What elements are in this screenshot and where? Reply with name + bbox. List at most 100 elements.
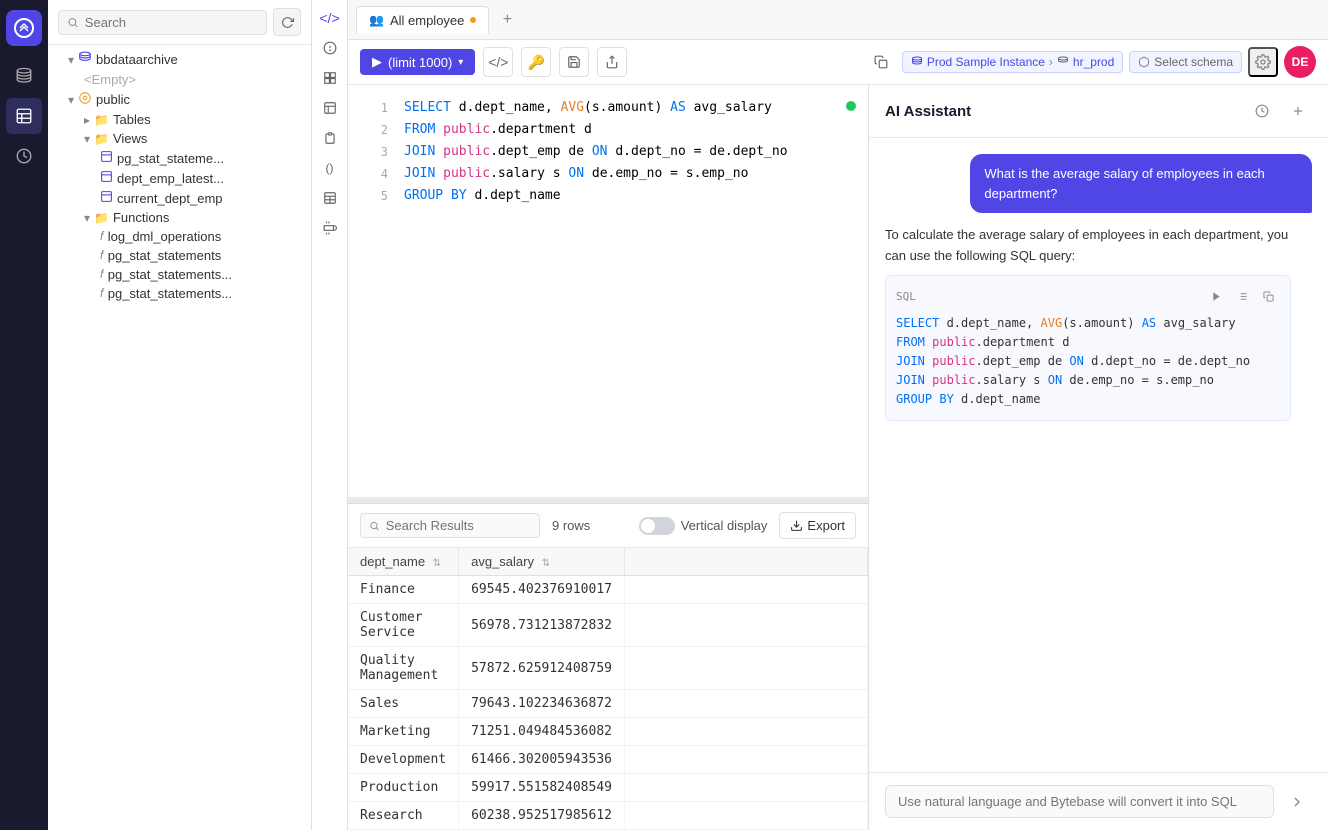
results-search[interactable] xyxy=(360,513,540,538)
app-logo xyxy=(6,10,42,46)
chevron-down-icon: ▾ xyxy=(84,132,90,146)
tree-item-func4[interactable]: 𝑓 pg_stat_statements... xyxy=(48,284,311,303)
vertical-display-toggle[interactable]: Vertical display xyxy=(639,517,768,535)
toolbar-right: Prod Sample Instance › hr_prod Select sc… xyxy=(866,46,1316,78)
chevron-down-icon: ▾ xyxy=(68,93,74,107)
db-icon xyxy=(78,51,92,68)
vtool-chart-btn[interactable] xyxy=(316,94,344,122)
sidebar-database-btn[interactable] xyxy=(6,58,42,94)
compare-btn[interactable] xyxy=(866,47,896,77)
vtool-func-btn[interactable] xyxy=(316,124,344,152)
export-icon xyxy=(790,519,803,532)
table-row: Finance 69545.402376910017 xyxy=(348,576,868,604)
tree-item-func1[interactable]: 𝑓 log_dml_operations xyxy=(48,227,311,246)
chevron-right: › xyxy=(1049,55,1053,69)
sql-label: SQL xyxy=(896,288,916,306)
vtool-info-btn[interactable] xyxy=(316,34,344,62)
tree-item-tables[interactable]: ▸ 📁 Tables xyxy=(48,110,311,129)
insert-snippet-btn[interactable] xyxy=(1232,286,1254,308)
tree-item-empty[interactable]: <Empty> xyxy=(48,70,311,89)
code-area[interactable]: 1 SELECT d.dept_name, AVG(s.amount) AS a… xyxy=(348,85,868,497)
code-line-2: 2 FROM public.department d xyxy=(348,119,868,141)
func-icon: 𝑓 xyxy=(100,286,104,301)
tree-item-public[interactable]: ▾ public xyxy=(48,89,311,110)
results-toolbar: 9 rows Vertical display Ex xyxy=(348,504,868,548)
tab-bar: 👥 All employee + xyxy=(348,0,1328,40)
code-line-5: 5 GROUP BY d.dept_name xyxy=(348,185,868,207)
ai-settings-btn[interactable] xyxy=(1248,47,1278,77)
tab-all-employee[interactable]: 👥 All employee xyxy=(356,6,489,34)
vertical-display-label: Vertical display xyxy=(681,518,768,533)
refresh-btn[interactable] xyxy=(273,8,301,36)
tree-item-views[interactable]: ▾ 📁 Views xyxy=(48,129,311,148)
tab-modified-dot xyxy=(470,17,476,23)
tree-item-func2[interactable]: 𝑓 pg_stat_statements xyxy=(48,246,311,265)
vertical-toolbar: </> () xyxy=(312,0,348,830)
search-input[interactable] xyxy=(85,15,258,30)
file-tree-panel: ▾ bbdataarchive <Empty> ▾ public xyxy=(48,0,312,830)
tree-item-functions[interactable]: ▾ 📁 Functions xyxy=(48,208,311,227)
copy-snippet-btn[interactable] xyxy=(1258,286,1280,308)
vtool-paren-btn[interactable]: () xyxy=(316,154,344,182)
vtool-plug-btn[interactable] xyxy=(316,214,344,242)
cell-avg-salary: 57872.625912408759 xyxy=(459,647,625,690)
cell-avg-salary: 69545.402376910017 xyxy=(459,576,625,604)
sort-icon: ⇅ xyxy=(542,558,550,569)
cell-dept-name: Finance xyxy=(348,576,459,604)
sidebar-history-btn[interactable] xyxy=(6,138,42,174)
save-btn[interactable] xyxy=(559,47,589,77)
ai-new-btn[interactable] xyxy=(1284,97,1312,125)
code-toggle-btn[interactable]: </> xyxy=(483,47,513,77)
func-icon: 𝑓 xyxy=(100,248,104,263)
vtool-grid-btn[interactable] xyxy=(316,64,344,92)
ai-input-field[interactable] xyxy=(885,785,1274,818)
col-dept-name[interactable]: dept_name ⇅ xyxy=(348,548,459,576)
cell-empty xyxy=(624,718,867,746)
file-tree-header xyxy=(48,0,311,45)
tree-item-view2[interactable]: dept_emp_latest... xyxy=(48,168,311,188)
run-snippet-btn[interactable] xyxy=(1206,286,1228,308)
tree-item-func3[interactable]: 𝑓 pg_stat_statements... xyxy=(48,265,311,284)
tree-item-bbdataarchive[interactable]: ▾ bbdataarchive xyxy=(48,49,311,70)
export-button[interactable]: Export xyxy=(779,512,856,539)
export-label: Export xyxy=(807,518,845,533)
switch-control[interactable] xyxy=(639,517,675,535)
schema-icon xyxy=(78,91,92,108)
schema-badge[interactable]: Select schema xyxy=(1129,51,1242,73)
cell-dept-name: Customer Service xyxy=(348,604,459,647)
key-btn[interactable]: 🔑 xyxy=(521,47,551,77)
results-area: 9 rows Vertical display Ex xyxy=(348,503,868,830)
tab-label: All employee xyxy=(390,13,464,28)
share-btn[interactable] xyxy=(597,47,627,77)
cell-dept-name: Production xyxy=(348,774,459,802)
tab-add-btn[interactable]: + xyxy=(493,6,521,34)
instance-icon xyxy=(911,56,923,68)
table-row: Development 61466.302005943536 xyxy=(348,746,868,774)
editor-toolbar: ▶ (limit 1000) ▾ </> 🔑 xyxy=(348,40,1328,85)
view-icon xyxy=(100,170,113,186)
tree-label: pg_stat_stateme... xyxy=(117,151,224,166)
ai-input-area xyxy=(869,772,1328,830)
folder-icon: 📁 xyxy=(94,132,109,146)
instance-badge[interactable]: Prod Sample Instance › hr_prod xyxy=(902,51,1123,73)
results-search-input[interactable] xyxy=(386,518,531,533)
horizontal-scrollbar[interactable] xyxy=(348,497,868,503)
file-tree-content: ▾ bbdataarchive <Empty> ▾ public xyxy=(48,45,311,830)
chevron-right-icon: ▸ xyxy=(84,113,90,127)
cell-avg-salary: 59917.551582408549 xyxy=(459,774,625,802)
sort-icon: ⇅ xyxy=(433,558,441,569)
tree-item-view1[interactable]: pg_stat_stateme... xyxy=(48,148,311,168)
col-avg-salary[interactable]: avg_salary ⇅ xyxy=(459,548,625,576)
tree-item-view3[interactable]: current_dept_emp xyxy=(48,188,311,208)
user-avatar[interactable]: DE xyxy=(1284,46,1316,78)
sidebar-table-btn[interactable] xyxy=(6,98,42,134)
vtool-code-btn[interactable]: </> xyxy=(316,4,344,32)
view-icon xyxy=(100,190,113,206)
ai-history-btn[interactable] xyxy=(1248,97,1276,125)
ai-message: To calculate the average salary of emplo… xyxy=(885,225,1291,421)
search-box[interactable] xyxy=(58,10,267,35)
ai-send-btn[interactable] xyxy=(1282,787,1312,817)
vtool-table2-btn[interactable] xyxy=(316,184,344,212)
cell-dept-name: Sales xyxy=(348,690,459,718)
run-button[interactable]: ▶ (limit 1000) ▾ xyxy=(360,49,475,75)
